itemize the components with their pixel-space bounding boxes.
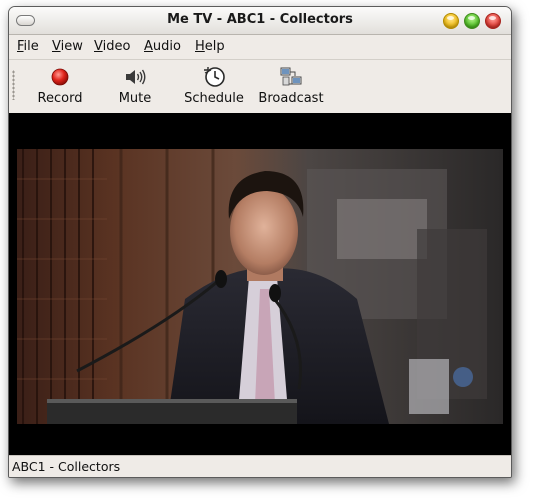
menu-video[interactable]: Video xyxy=(94,39,130,54)
status-channel-text: ABC1 - Collectors xyxy=(12,459,121,474)
menu-file-label: ile xyxy=(23,39,39,54)
menu-audio-label: udio xyxy=(152,39,181,54)
menu-video-mnemonic: V xyxy=(94,39,103,54)
broadcast-video-image xyxy=(17,149,503,424)
mute-button[interactable]: Mute xyxy=(115,66,155,110)
menu-video-label: ideo xyxy=(102,39,131,54)
menu-view-mnemonic: V xyxy=(52,39,61,54)
record-button[interactable]: Record xyxy=(35,66,85,110)
toolbar: Record Mute Schedule Broadcast xyxy=(9,60,511,113)
menu-help-mnemonic: H xyxy=(195,39,205,54)
toolbar-grip-handle[interactable] xyxy=(12,70,15,100)
record-label: Record xyxy=(37,91,83,106)
speaker-icon xyxy=(126,69,146,85)
menu-help-label: elp xyxy=(204,39,225,54)
menu-audio-mnemonic: A xyxy=(144,39,153,54)
clock-icon xyxy=(204,67,225,87)
status-bar: ABC1 - Collectors xyxy=(9,455,511,477)
broadcast-icon xyxy=(280,67,302,86)
schedule-button[interactable]: Schedule xyxy=(181,66,247,110)
maximize-button[interactable] xyxy=(464,13,480,29)
video-display[interactable] xyxy=(9,113,511,455)
mute-label: Mute xyxy=(118,91,152,106)
close-button[interactable] xyxy=(485,13,501,29)
menu-bar: File View Video Audio Help xyxy=(9,35,511,60)
title-bar[interactable]: Me TV - ABC1 - Collectors xyxy=(9,7,511,35)
broadcast-button[interactable]: Broadcast xyxy=(257,66,325,110)
video-frame xyxy=(17,149,503,424)
app-window: Me TV - ABC1 - Collectors File View Vide… xyxy=(8,6,512,478)
menu-view-label: iew xyxy=(60,39,83,54)
schedule-label: Schedule xyxy=(184,91,244,106)
window-title: Me TV - ABC1 - Collectors xyxy=(167,12,353,27)
menu-file[interactable]: File xyxy=(17,39,39,54)
broadcast-label: Broadcast xyxy=(258,91,324,106)
record-icon xyxy=(51,68,69,86)
minimize-button[interactable] xyxy=(443,13,459,29)
menu-view[interactable]: View xyxy=(52,39,83,54)
menu-help[interactable]: Help xyxy=(195,39,225,54)
menu-audio[interactable]: Audio xyxy=(144,39,181,54)
